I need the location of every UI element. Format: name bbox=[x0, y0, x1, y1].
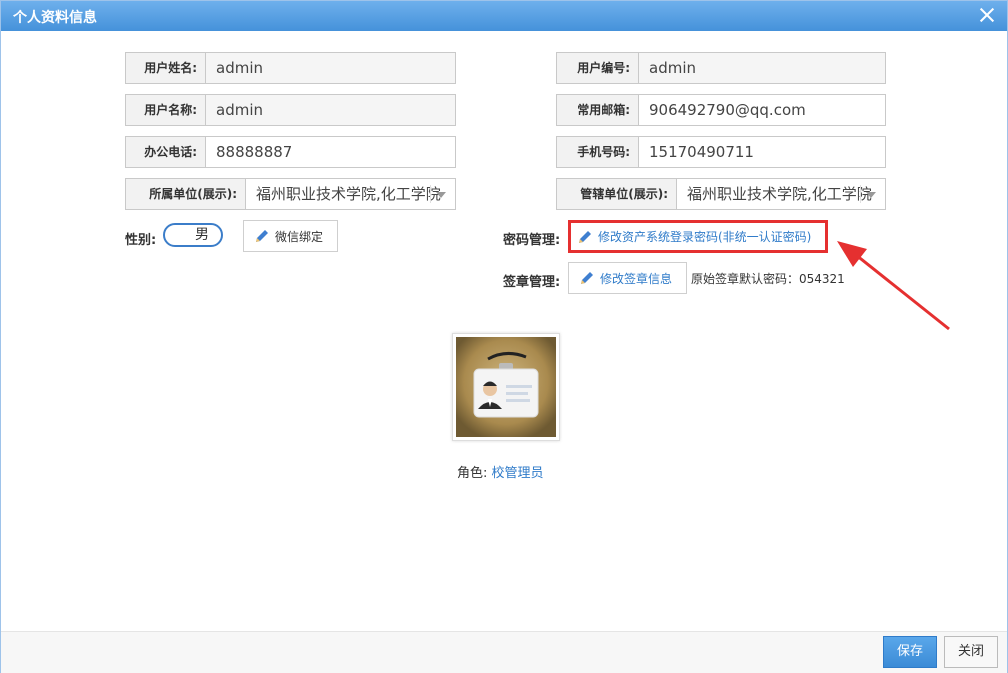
dept-label: 所属单位(展示): bbox=[125, 178, 245, 210]
role-value[interactable]: 校管理员 bbox=[492, 466, 544, 481]
role-label: 角色: bbox=[457, 466, 488, 481]
user-name-input[interactable]: admin bbox=[205, 94, 456, 126]
profile-dialog: 个人资料信息 用户姓名: admin 用户编号: admin 用户名称: adm… bbox=[0, 0, 1008, 673]
managed-dept-select[interactable]: 福州职业技术学院,化工学院 bbox=[676, 178, 886, 210]
email-input[interactable]: 906492790@qq.com bbox=[638, 94, 886, 126]
user-id-field: 用户编号: admin bbox=[556, 52, 886, 84]
password-label: 密码管理: bbox=[503, 233, 561, 248]
wechat-bind-label: 微信绑定 bbox=[275, 229, 324, 244]
role-info: 角色: 校管理员 bbox=[457, 462, 544, 481]
highlight-box bbox=[568, 220, 828, 253]
dept-select[interactable]: 福州职业技术学院,化工学院 bbox=[245, 178, 456, 210]
gender-toggle[interactable]: 男 bbox=[163, 223, 223, 247]
office-phone-field: 办公电话: 88888887 bbox=[125, 136, 456, 168]
user-id-input[interactable]: admin bbox=[638, 52, 886, 84]
user-id-label: 用户编号: bbox=[556, 52, 638, 84]
managed-dept-field: 管辖单位(展示): 福州职业技术学院,化工学院 bbox=[556, 178, 886, 210]
mobile-input[interactable]: 15170490711 bbox=[638, 136, 886, 168]
dialog-footer: 保存 关闭 bbox=[1, 631, 1007, 673]
close-icon[interactable] bbox=[977, 5, 997, 25]
user-name-field: 用户名称: admin bbox=[125, 94, 456, 126]
email-label: 常用邮箱: bbox=[556, 94, 638, 126]
save-button[interactable]: 保存 bbox=[883, 636, 937, 668]
change-signature-label: 修改签章信息 bbox=[600, 271, 673, 286]
office-phone-label: 办公电话: bbox=[125, 136, 205, 168]
title-bar: 个人资料信息 bbox=[1, 1, 1007, 31]
user-fullname-input[interactable]: admin bbox=[205, 52, 456, 84]
avatar[interactable] bbox=[452, 333, 560, 441]
dialog-title: 个人资料信息 bbox=[13, 10, 97, 26]
id-badge-icon bbox=[456, 337, 556, 437]
dept-field: 所属单位(展示): 福州职业技术学院,化工学院 bbox=[125, 178, 456, 210]
annotation-arrow-icon bbox=[837, 241, 950, 331]
user-fullname-label: 用户姓名: bbox=[125, 52, 205, 84]
signature-hint: 原始签章默认密码：054321 bbox=[691, 272, 845, 286]
user-name-label: 用户名称: bbox=[125, 94, 205, 126]
wechat-bind-button[interactable]: 微信绑定 bbox=[243, 220, 338, 252]
pencil-icon bbox=[256, 230, 268, 242]
email-field: 常用邮箱: 906492790@qq.com bbox=[556, 94, 886, 126]
managed-dept-label: 管辖单位(展示): bbox=[556, 178, 676, 210]
change-signature-button[interactable]: 修改签章信息 bbox=[568, 262, 687, 294]
close-button[interactable]: 关闭 bbox=[944, 636, 998, 668]
mobile-label: 手机号码: bbox=[556, 136, 638, 168]
gender-label: 性别: bbox=[125, 233, 157, 248]
pencil-icon bbox=[581, 272, 593, 284]
user-fullname-field: 用户姓名: admin bbox=[125, 52, 456, 84]
signature-label: 签章管理: bbox=[503, 275, 561, 290]
mobile-field: 手机号码: 15170490711 bbox=[556, 136, 886, 168]
office-phone-input[interactable]: 88888887 bbox=[205, 136, 456, 168]
